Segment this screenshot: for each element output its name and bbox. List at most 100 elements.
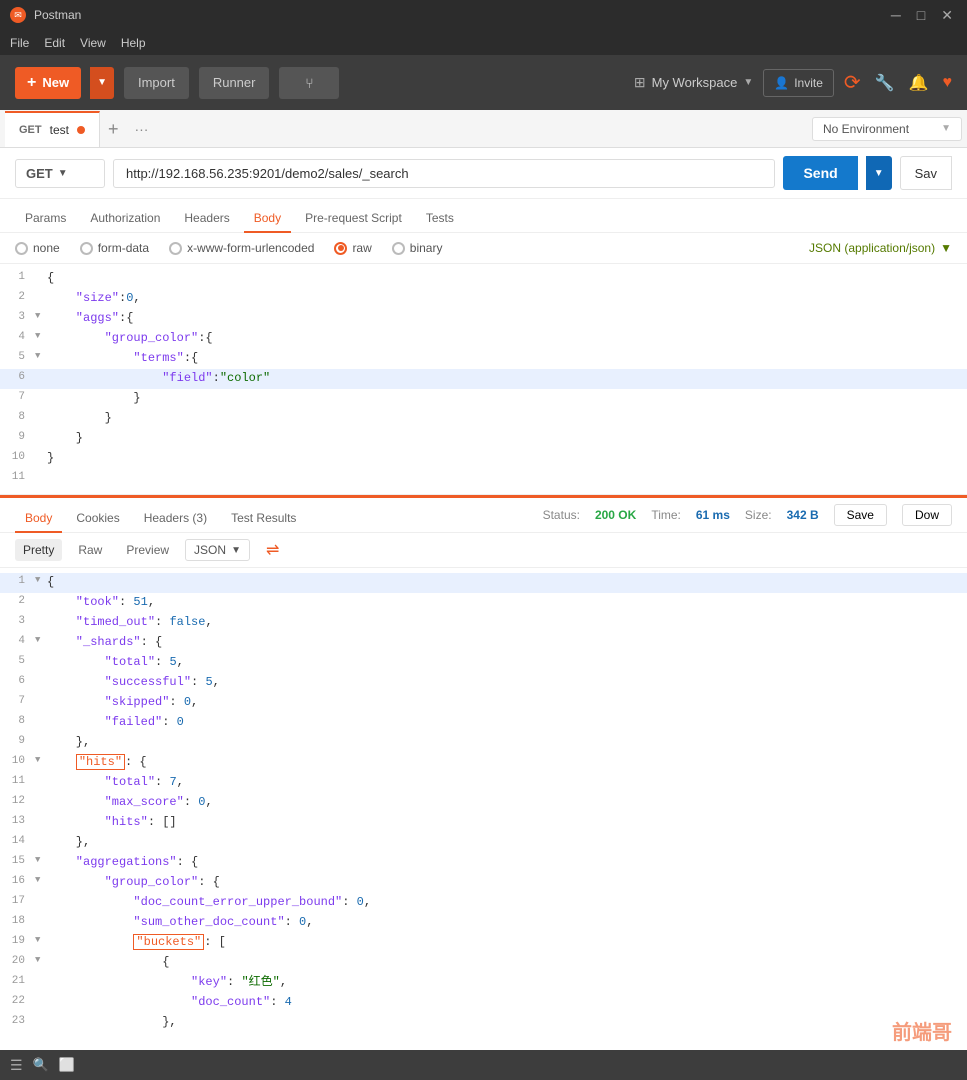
tab-name: test bbox=[50, 123, 69, 137]
env-selector: No Environment ▼ bbox=[812, 117, 962, 141]
fmt-json-select[interactable]: JSON ▼ bbox=[185, 539, 250, 561]
response-download-button[interactable]: Dow bbox=[902, 504, 952, 526]
method-arrow-icon: ▼ bbox=[58, 168, 68, 179]
request-body-tabs: Params Authorization Headers Body Pre-re… bbox=[0, 199, 967, 233]
method-label: GET bbox=[26, 166, 53, 181]
resp-line-22: 22 "doc_count": 4 bbox=[0, 993, 967, 1013]
json-select-arrow-icon: ▼ bbox=[231, 545, 241, 556]
save-button[interactable]: Sav bbox=[900, 156, 952, 190]
time-value: 61 ms bbox=[696, 508, 730, 522]
fork-icon: ⑂ bbox=[305, 75, 313, 91]
send-button[interactable]: Send bbox=[783, 156, 857, 190]
fmt-tab-preview[interactable]: Preview bbox=[118, 539, 177, 561]
radio-urlencoded[interactable]: x-www-form-urlencoded bbox=[169, 241, 314, 255]
json-format-label: JSON (application/json) bbox=[809, 241, 935, 255]
import-button[interactable]: Import bbox=[124, 67, 189, 99]
runner-button[interactable]: Runner bbox=[199, 67, 270, 99]
url-input[interactable] bbox=[113, 159, 775, 188]
json-format-selector[interactable]: JSON (application/json) ▼ bbox=[809, 241, 952, 255]
menu-view[interactable]: View bbox=[80, 36, 106, 50]
radio-none-circle bbox=[15, 242, 28, 255]
fmt-tab-raw[interactable]: Raw bbox=[70, 539, 110, 561]
fork-button[interactable]: ⑂ bbox=[279, 67, 339, 99]
size-value: 342 B bbox=[787, 508, 819, 522]
resp-line-9: 9 }, bbox=[0, 733, 967, 753]
resp-tab-test-results[interactable]: Test Results bbox=[221, 505, 306, 533]
request-body-editor[interactable]: 1 { 2 "size":0, 3 ▼ "aggs":{ 4 ▼ "group_… bbox=[0, 264, 967, 495]
tab-headers[interactable]: Headers bbox=[174, 205, 239, 233]
tab-body[interactable]: Body bbox=[244, 205, 291, 233]
resp-line-19: 19 ▼ "buckets": [ bbox=[0, 933, 967, 953]
grid-icon: ⊞ bbox=[634, 74, 646, 91]
req-line-9: 9 } bbox=[0, 429, 967, 449]
search-bottom-button[interactable]: 🔍 bbox=[33, 1057, 49, 1073]
resp-line-18: 18 "sum_other_doc_count": 0, bbox=[0, 913, 967, 933]
req-line-2: 2 "size":0, bbox=[0, 289, 967, 309]
tab-authorization[interactable]: Authorization bbox=[80, 205, 170, 233]
resp-line-6: 6 "successful": 5, bbox=[0, 673, 967, 693]
new-icon: + bbox=[27, 74, 36, 92]
resp-line-5: 5 "total": 5, bbox=[0, 653, 967, 673]
response-save-button[interactable]: Save bbox=[834, 504, 887, 526]
radio-raw[interactable]: raw bbox=[334, 241, 371, 255]
maximize-button[interactable]: □ bbox=[913, 7, 929, 24]
response-format-bar: Pretty Raw Preview JSON ▼ ⇌ bbox=[0, 533, 967, 568]
send-dropdown-button[interactable]: ▼ bbox=[866, 156, 892, 190]
workspace-button[interactable]: ⊞ My Workspace ▼ bbox=[634, 74, 753, 91]
resp-line-8: 8 "failed": 0 bbox=[0, 713, 967, 733]
req-line-3: 3 ▼ "aggs":{ bbox=[0, 309, 967, 329]
watermark: 前端哥 bbox=[892, 1016, 952, 1045]
sync-icon[interactable]: ⟳ bbox=[844, 70, 861, 95]
workspace-label: My Workspace bbox=[652, 75, 738, 90]
resp-line-14: 14 }, bbox=[0, 833, 967, 853]
req-line-4: 4 ▼ "group_color":{ bbox=[0, 329, 967, 349]
terminal-button[interactable]: ⬜ bbox=[59, 1057, 75, 1073]
fmt-tab-pretty[interactable]: Pretty bbox=[15, 539, 62, 561]
resp-tab-body[interactable]: Body bbox=[15, 505, 62, 533]
tab-tests[interactable]: Tests bbox=[416, 205, 464, 233]
wrench-icon[interactable]: 🔧 bbox=[875, 73, 895, 93]
add-tab-button[interactable]: + bbox=[100, 111, 127, 147]
menu-help[interactable]: Help bbox=[121, 36, 146, 50]
radio-form-data[interactable]: form-data bbox=[80, 241, 149, 255]
request-tab-active[interactable]: GET test bbox=[5, 111, 100, 147]
radio-form-data-label: form-data bbox=[98, 241, 149, 255]
minimize-button[interactable]: ─ bbox=[887, 7, 905, 24]
env-dropdown[interactable]: No Environment ▼ bbox=[812, 117, 962, 141]
menu-file[interactable]: File bbox=[10, 36, 29, 50]
heart-icon[interactable]: ♥ bbox=[943, 74, 953, 92]
resp-line-15: 15 ▼ "aggregations": { bbox=[0, 853, 967, 873]
tab-params[interactable]: Params bbox=[15, 205, 76, 233]
sidebar-toggle-button[interactable]: ☰ bbox=[10, 1057, 23, 1074]
titlebar: Postman ─ □ ✕ bbox=[0, 0, 967, 30]
menu-edit[interactable]: Edit bbox=[44, 36, 65, 50]
resp-line-17: 17 "doc_count_error_upper_bound": 0, bbox=[0, 893, 967, 913]
tab-more-button[interactable]: ··· bbox=[126, 121, 156, 137]
method-select[interactable]: GET ▼ bbox=[15, 159, 105, 188]
bell-icon[interactable]: 🔔 bbox=[909, 73, 929, 93]
resp-line-3: 3 "timed_out": false, bbox=[0, 613, 967, 633]
new-button[interactable]: + New bbox=[15, 67, 81, 99]
new-dropdown-button[interactable]: ▼ bbox=[90, 67, 114, 99]
invite-button[interactable]: 👤 Invite bbox=[763, 69, 834, 97]
radio-raw-label: raw bbox=[352, 241, 371, 255]
resp-line-4: 4 ▼ "_shards": { bbox=[0, 633, 967, 653]
response-tabs: Body Cookies Headers (3) Test Results St… bbox=[0, 495, 967, 533]
close-button[interactable]: ✕ bbox=[937, 7, 957, 24]
tab-pre-request[interactable]: Pre-request Script bbox=[295, 205, 412, 233]
resp-tab-headers[interactable]: Headers (3) bbox=[134, 505, 217, 533]
radio-urlencoded-label: x-www-form-urlencoded bbox=[187, 241, 314, 255]
app-title: Postman bbox=[34, 8, 81, 22]
radio-binary-circle bbox=[392, 242, 405, 255]
radio-binary-label: binary bbox=[410, 241, 443, 255]
status-label: Status: bbox=[543, 508, 580, 522]
req-line-11: 11 bbox=[0, 469, 967, 489]
resp-tab-cookies[interactable]: Cookies bbox=[66, 505, 129, 533]
radio-binary[interactable]: binary bbox=[392, 241, 443, 255]
request-bar: GET ▼ Send ▼ Sav bbox=[0, 148, 967, 199]
radio-none[interactable]: none bbox=[15, 241, 60, 255]
time-label: Time: bbox=[651, 508, 681, 522]
wrap-icon[interactable]: ⇌ bbox=[266, 540, 279, 560]
env-arrow-icon: ▼ bbox=[941, 123, 951, 134]
titlebar-left: Postman bbox=[10, 7, 81, 23]
